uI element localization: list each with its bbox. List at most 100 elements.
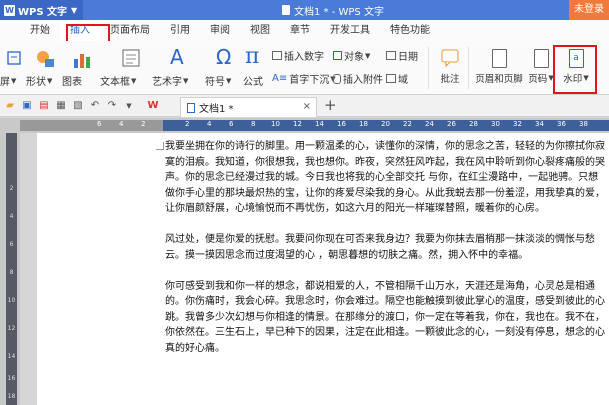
- customize-toolbar-icon[interactable]: ▼: [122, 99, 136, 113]
- save-icon[interactable]: ▣: [20, 99, 34, 113]
- login-button[interactable]: 未登录: [569, 0, 609, 20]
- title-bar: W WPS 文字 ▼ 文档1 * - WPS 文字 未登录: [0, 0, 609, 20]
- symbol-button[interactable]: 符号 ▼: [205, 73, 232, 89]
- document-page[interactable]: 我要坐拥在你的诗行的脚里。用一颗温柔的心，读懂你的深情，你的思念之苦，轻轻的为你…: [37, 133, 609, 405]
- object-button[interactable]: 对象 ▼: [333, 48, 370, 63]
- chevron-down-icon: ▼: [226, 76, 232, 85]
- paragraph[interactable]: 你可感受到我和你一样的想念，都说相爱的人，不管相隔千山万水，天涯还是海角，心灵总…: [165, 279, 605, 357]
- date-button[interactable]: 日期: [386, 48, 418, 63]
- print-preview-icon[interactable]: ▧: [71, 99, 85, 113]
- open-folder-icon[interactable]: ▰: [3, 99, 17, 113]
- ruler-number: 6: [229, 120, 234, 128]
- document-tab-icon: [187, 102, 195, 113]
- margin-corner-mark: [156, 142, 164, 150]
- object-icon: [333, 51, 342, 60]
- undo-icon[interactable]: ↶: [88, 99, 102, 113]
- document-icon: [282, 5, 290, 15]
- ruler-number: 26: [447, 120, 456, 128]
- wordart-label: 艺术字: [152, 77, 182, 88]
- vruler-number: 16: [7, 375, 16, 382]
- ruler-number: 28: [469, 120, 478, 128]
- vruler-number: 4: [9, 213, 14, 220]
- header-footer-label: 页眉和页脚: [475, 74, 523, 85]
- app-menu-button[interactable]: W WPS 文字 ▼: [0, 0, 84, 20]
- wordart-button[interactable]: 艺术字 ▼: [152, 73, 188, 89]
- ribbon-insert: A Ω π 插入数字 对象 ▼ 日期 A≡ 首字下沉 ▼ 插入附件 域 屏 ▼ …: [0, 41, 609, 95]
- vruler-number: 8: [9, 269, 14, 276]
- ruler-number: 32: [513, 120, 522, 128]
- tab-review[interactable]: 审阅: [200, 20, 240, 41]
- textbox-big-icon[interactable]: [122, 48, 140, 68]
- horizontal-ruler[interactable]: 6 4 2 2 4 6 8 10 12 14 16 18 20 22 24 26…: [0, 118, 609, 133]
- vruler-number: 6: [9, 241, 14, 248]
- paragraph[interactable]: 我要坐拥在你的诗行的脚里。用一颗温柔的心，读懂你的深情，你的思念之苦，轻轻的为你…: [165, 139, 605, 217]
- document-tab-label: 文档1 *: [199, 104, 234, 115]
- calendar-icon: [386, 51, 396, 60]
- wordart-big-icon[interactable]: A: [170, 45, 184, 69]
- paperclip-icon: [333, 73, 341, 84]
- paragraph[interactable]: 风过处，便是你爱的抚慰。我要问你现在可否来我身边？我要为你抹去眉梢那一抹淡淡的惆…: [165, 232, 605, 263]
- print-icon[interactable]: ▦: [54, 99, 68, 113]
- symbol-label: 符号: [205, 77, 225, 88]
- textbox-button[interactable]: 文本框 ▼: [100, 73, 136, 89]
- header-footer-icon: [491, 45, 507, 71]
- chart-label: 图表: [62, 77, 82, 88]
- ruler-number: 22: [403, 120, 412, 128]
- first-sink-label: 首字下沉: [289, 75, 330, 86]
- chart-big-icon[interactable]: [72, 49, 92, 69]
- comment-icon: [440, 45, 460, 71]
- first-sink-button[interactable]: A≡ 首字下沉 ▼: [272, 71, 336, 86]
- screenshot-label: 屏: [0, 77, 10, 88]
- redo-icon[interactable]: ↷: [105, 99, 119, 113]
- tab-view[interactable]: 视图: [240, 20, 280, 41]
- symbol-big-icon[interactable]: Ω: [216, 45, 231, 69]
- ruler-number: 12: [293, 120, 302, 128]
- vruler-number: 18: [7, 393, 16, 400]
- field-label: 域: [398, 75, 408, 86]
- shape-big-icon[interactable]: [35, 49, 57, 69]
- shape-button[interactable]: 形状 ▼: [26, 73, 53, 89]
- ruler-number: 10: [271, 120, 280, 128]
- screenshot-button[interactable]: 屏 ▼: [0, 73, 16, 89]
- ribbon-divider: [428, 47, 429, 89]
- number-icon: [272, 51, 282, 60]
- export-pdf-icon[interactable]: ▤: [37, 99, 51, 113]
- close-icon[interactable]: ×: [303, 101, 311, 112]
- ruler-number: 4: [119, 120, 124, 128]
- tab-references[interactable]: 引用: [160, 20, 200, 41]
- insert-number-button[interactable]: 插入数字: [272, 48, 324, 63]
- header-footer-button[interactable]: 页眉和页脚: [474, 45, 524, 85]
- field-button[interactable]: 域: [386, 71, 408, 86]
- ruler-number: 30: [491, 120, 500, 128]
- formula-button[interactable]: 公式: [243, 73, 263, 88]
- chevron-down-icon: ▼: [71, 5, 78, 15]
- formula-label: 公式: [243, 77, 263, 88]
- vertical-ruler[interactable]: 2 4 6 8 10 12 14 16 18: [0, 133, 20, 405]
- wps-tab-logo-icon[interactable]: W: [146, 99, 160, 113]
- chart-button[interactable]: 图表: [62, 73, 82, 88]
- tab-home[interactable]: 开始: [20, 20, 60, 41]
- formula-big-icon[interactable]: π: [245, 44, 259, 69]
- ruler-number: 20: [381, 120, 390, 128]
- wps-logo-icon: W: [4, 4, 15, 16]
- app-name: WPS 文字: [18, 6, 68, 18]
- window-title-text: 文档1 * - WPS 文字: [294, 6, 384, 18]
- document-body[interactable]: 我要坐拥在你的诗行的脚里。用一颗温柔的心，读懂你的深情，你的思念之苦，轻轻的为你…: [165, 139, 605, 372]
- comment-button[interactable]: 批注: [435, 45, 465, 85]
- screenshot-big-icon[interactable]: [6, 49, 22, 67]
- comment-label: 批注: [440, 74, 460, 85]
- tab-section[interactable]: 章节: [280, 20, 320, 41]
- shape-label: 形状: [26, 77, 46, 88]
- ruler-number: 6: [97, 120, 102, 128]
- ruler-number: 8: [251, 120, 256, 128]
- page-number-button[interactable]: 页码 ▼: [527, 45, 555, 85]
- attachment-button[interactable]: 插入附件: [333, 71, 383, 86]
- ruler-number: 24: [425, 120, 434, 128]
- tab-developer[interactable]: 开发工具: [320, 20, 380, 41]
- tab-features[interactable]: 特色功能: [380, 20, 440, 41]
- document-tab[interactable]: 文档1 * ×: [180, 97, 317, 117]
- ruler-number: 2: [185, 120, 190, 128]
- new-tab-button[interactable]: +: [324, 96, 337, 114]
- ruler-number: 2: [141, 120, 146, 128]
- chevron-down-icon: ▼: [47, 76, 53, 85]
